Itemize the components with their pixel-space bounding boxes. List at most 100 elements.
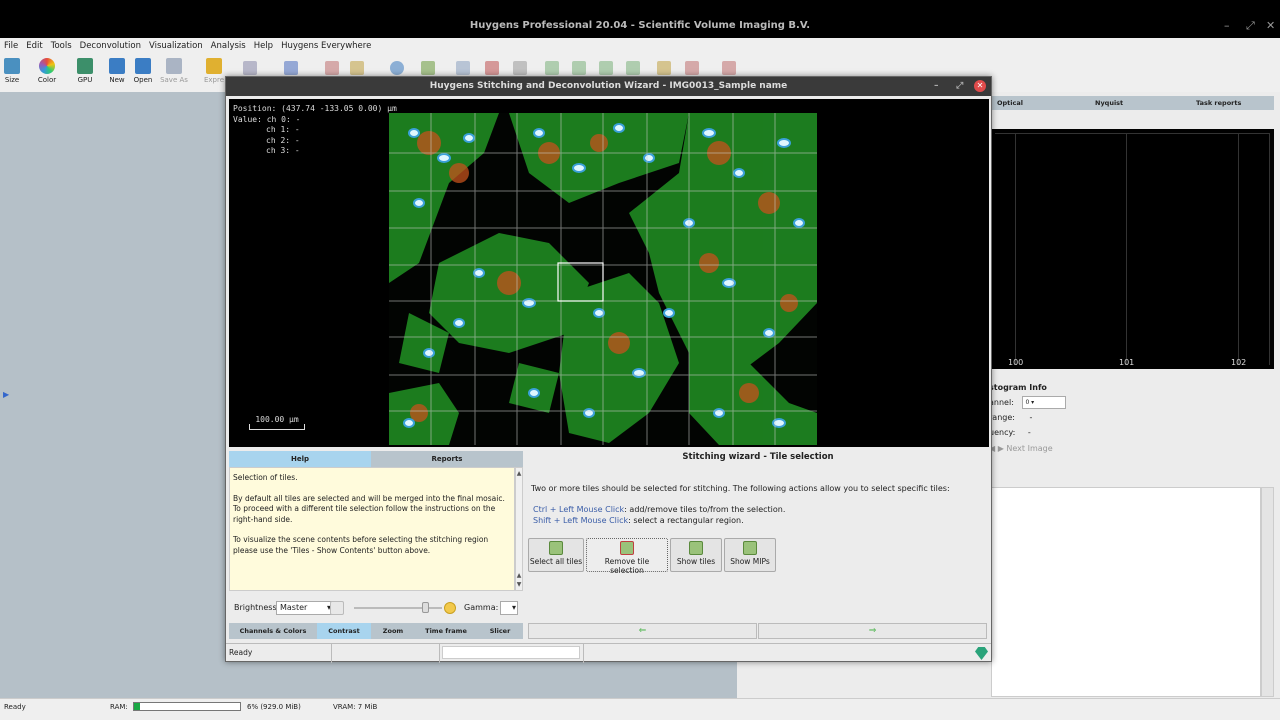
tab-slicer[interactable]: Slicer [477, 623, 523, 639]
document-icon[interactable] [513, 61, 527, 75]
ram-progress-fill [134, 703, 141, 710]
expand-arrow-icon[interactable]: ▶ [3, 390, 9, 399]
menu-file[interactable]: File [0, 38, 22, 51]
scroll-up-icon[interactable]: ▲ [516, 470, 522, 477]
scroll-up-icon[interactable]: ▲ [516, 572, 522, 579]
menu-visualization[interactable]: Visualization [145, 38, 207, 51]
show-mips-button[interactable]: Show MIPs [724, 538, 776, 572]
dialog-progress-field [442, 646, 580, 659]
histogram-plot: 100 101 102 [991, 129, 1274, 369]
dialog-status-ready: Ready [226, 644, 332, 663]
tab-time-frame[interactable]: Time frame [415, 623, 477, 639]
size-button[interactable]: Size [0, 58, 28, 84]
menu-deconvolution[interactable]: Deconvolution [76, 38, 145, 51]
scroll-down-icon[interactable]: ▼ [516, 581, 522, 588]
gear-icon[interactable] [350, 61, 364, 75]
frequency-label: uency: [989, 428, 1016, 437]
globe-icon[interactable] [390, 61, 404, 75]
close-icon[interactable]: ✕ [1266, 19, 1275, 32]
right-scrollbar[interactable] [1261, 487, 1274, 697]
menu-analysis[interactable]: Analysis [207, 38, 250, 51]
scale-bar-line [249, 424, 305, 430]
tab-contrast[interactable]: Contrast [317, 623, 371, 639]
menu-bar: File Edit Tools Deconvolution Visualization A… [0, 38, 1280, 56]
menu-help[interactable]: Help [250, 38, 277, 51]
maximize-icon[interactable]: ⤢ [1246, 19, 1255, 33]
tab-task-reports[interactable]: Task reports [1196, 99, 1241, 107]
histogram-gridline [1126, 133, 1127, 365]
bright-sun-icon[interactable] [444, 602, 456, 614]
help-scrollbar[interactable]: ▲ ▲ ▼ [515, 467, 523, 591]
brightness-slider-handle[interactable] [422, 602, 429, 613]
record-icon[interactable] [485, 61, 499, 75]
new-icon [109, 58, 125, 74]
merge-icon[interactable] [657, 61, 671, 75]
dialog-title: Huygens Stitching and Deconvolution Wiza… [429, 81, 788, 91]
viewer-control-tabs: Channels & Colors Contrast Zoom Time fra… [229, 623, 523, 639]
image-viewer[interactable]: Position: (437.74 -133.05 0.00) μm Value:… [229, 99, 989, 447]
dialog-titlebar: Huygens Stitching and Deconvolution Wiza… [226, 77, 991, 96]
save-as-button[interactable]: Save As [158, 58, 190, 84]
scale-bar: 100.00 μm [249, 415, 305, 430]
histogram-info-title: stogram Info [989, 383, 1047, 392]
tile-icon[interactable] [545, 61, 559, 75]
split-icon[interactable] [685, 61, 699, 75]
menu-tools[interactable]: Tools [47, 38, 76, 51]
help-paragraph: Selection of tiles. [233, 473, 298, 482]
ram-progress-bar [133, 702, 241, 711]
tab-nyquist[interactable]: Nyquist [1095, 99, 1123, 107]
wizard-action-shift: Shift + Left Mouse Click: select a recta… [533, 516, 744, 525]
tool-icon[interactable] [243, 61, 257, 75]
dialog-close-icon[interactable]: ✕ [974, 80, 986, 92]
range-label: range: [989, 413, 1015, 422]
tile-3-icon[interactable] [599, 61, 613, 75]
menu-huygens-everywhere[interactable]: Huygens Everywhere [277, 38, 375, 51]
stitching-wizard-dialog: Huygens Stitching and Deconvolution Wiza… [225, 76, 992, 663]
channel-select[interactable]: 0 ▾ [1022, 396, 1067, 409]
next-arrow-icon: ⇒ [868, 626, 877, 636]
tab-channels-colors[interactable]: Channels & Colors [229, 623, 317, 639]
dialog-restore-icon[interactable]: ⤢ [956, 77, 963, 96]
next-button[interactable]: ⇒ [758, 623, 987, 639]
brightness-channel-select[interactable]: Master ▾ [276, 601, 334, 615]
tab-zoom[interactable]: Zoom [371, 623, 415, 639]
histogram-gridline [1238, 133, 1239, 365]
channel-label: annel: [989, 398, 1014, 407]
histogram-top-line [995, 133, 1270, 134]
gamma-select[interactable]: ▾ [500, 601, 518, 615]
gpu-button[interactable]: GPU [69, 58, 101, 84]
next-image-icon[interactable]: ▶ [998, 444, 1004, 453]
app-titlebar: Huygens Professional 20.04 - Scientific … [0, 0, 1280, 38]
show-tiles-button[interactable]: Show tiles [670, 538, 722, 572]
dialog-minimize-icon[interactable]: – [934, 77, 939, 96]
report-icon[interactable] [722, 61, 736, 75]
status-ready: Ready [4, 703, 26, 711]
back-button[interactable]: ⇐ [528, 623, 757, 639]
help-paragraph: By default all tiles are selected and wi… [233, 493, 505, 524]
dialog-status-segment [440, 644, 584, 663]
remove-tile-selection-button[interactable]: Remove tile selection [586, 538, 668, 575]
remove-tiles-icon [620, 541, 634, 555]
tab-optical[interactable]: Optical [997, 99, 1023, 107]
brush-icon[interactable] [325, 61, 339, 75]
huygens-gem-icon [975, 647, 988, 660]
open-button[interactable]: Open [127, 58, 159, 84]
play-icon[interactable] [421, 61, 435, 75]
color-button[interactable]: Color [31, 58, 63, 84]
minimize-icon[interactable]: – [1224, 19, 1230, 32]
size-icon [4, 58, 20, 74]
menu-edit[interactable]: Edit [22, 38, 46, 51]
dark-sun-icon[interactable] [330, 601, 344, 615]
analysis-icon[interactable] [284, 61, 298, 75]
tile-2-icon[interactable] [572, 61, 586, 75]
select-all-tiles-button[interactable]: Select all tiles [528, 538, 584, 572]
tab-help[interactable]: Help [229, 451, 371, 467]
save-as-icon [166, 58, 182, 74]
ram-text: 6% (929.0 MiB) [247, 703, 301, 711]
tab-reports[interactable]: Reports [371, 451, 523, 467]
next-image-link[interactable]: Next Image [1006, 444, 1052, 453]
tile-mosaic[interactable] [389, 113, 817, 445]
image-icon[interactable] [456, 61, 470, 75]
gamma-label: Gamma: [464, 603, 499, 612]
tile-4-icon[interactable] [626, 61, 640, 75]
